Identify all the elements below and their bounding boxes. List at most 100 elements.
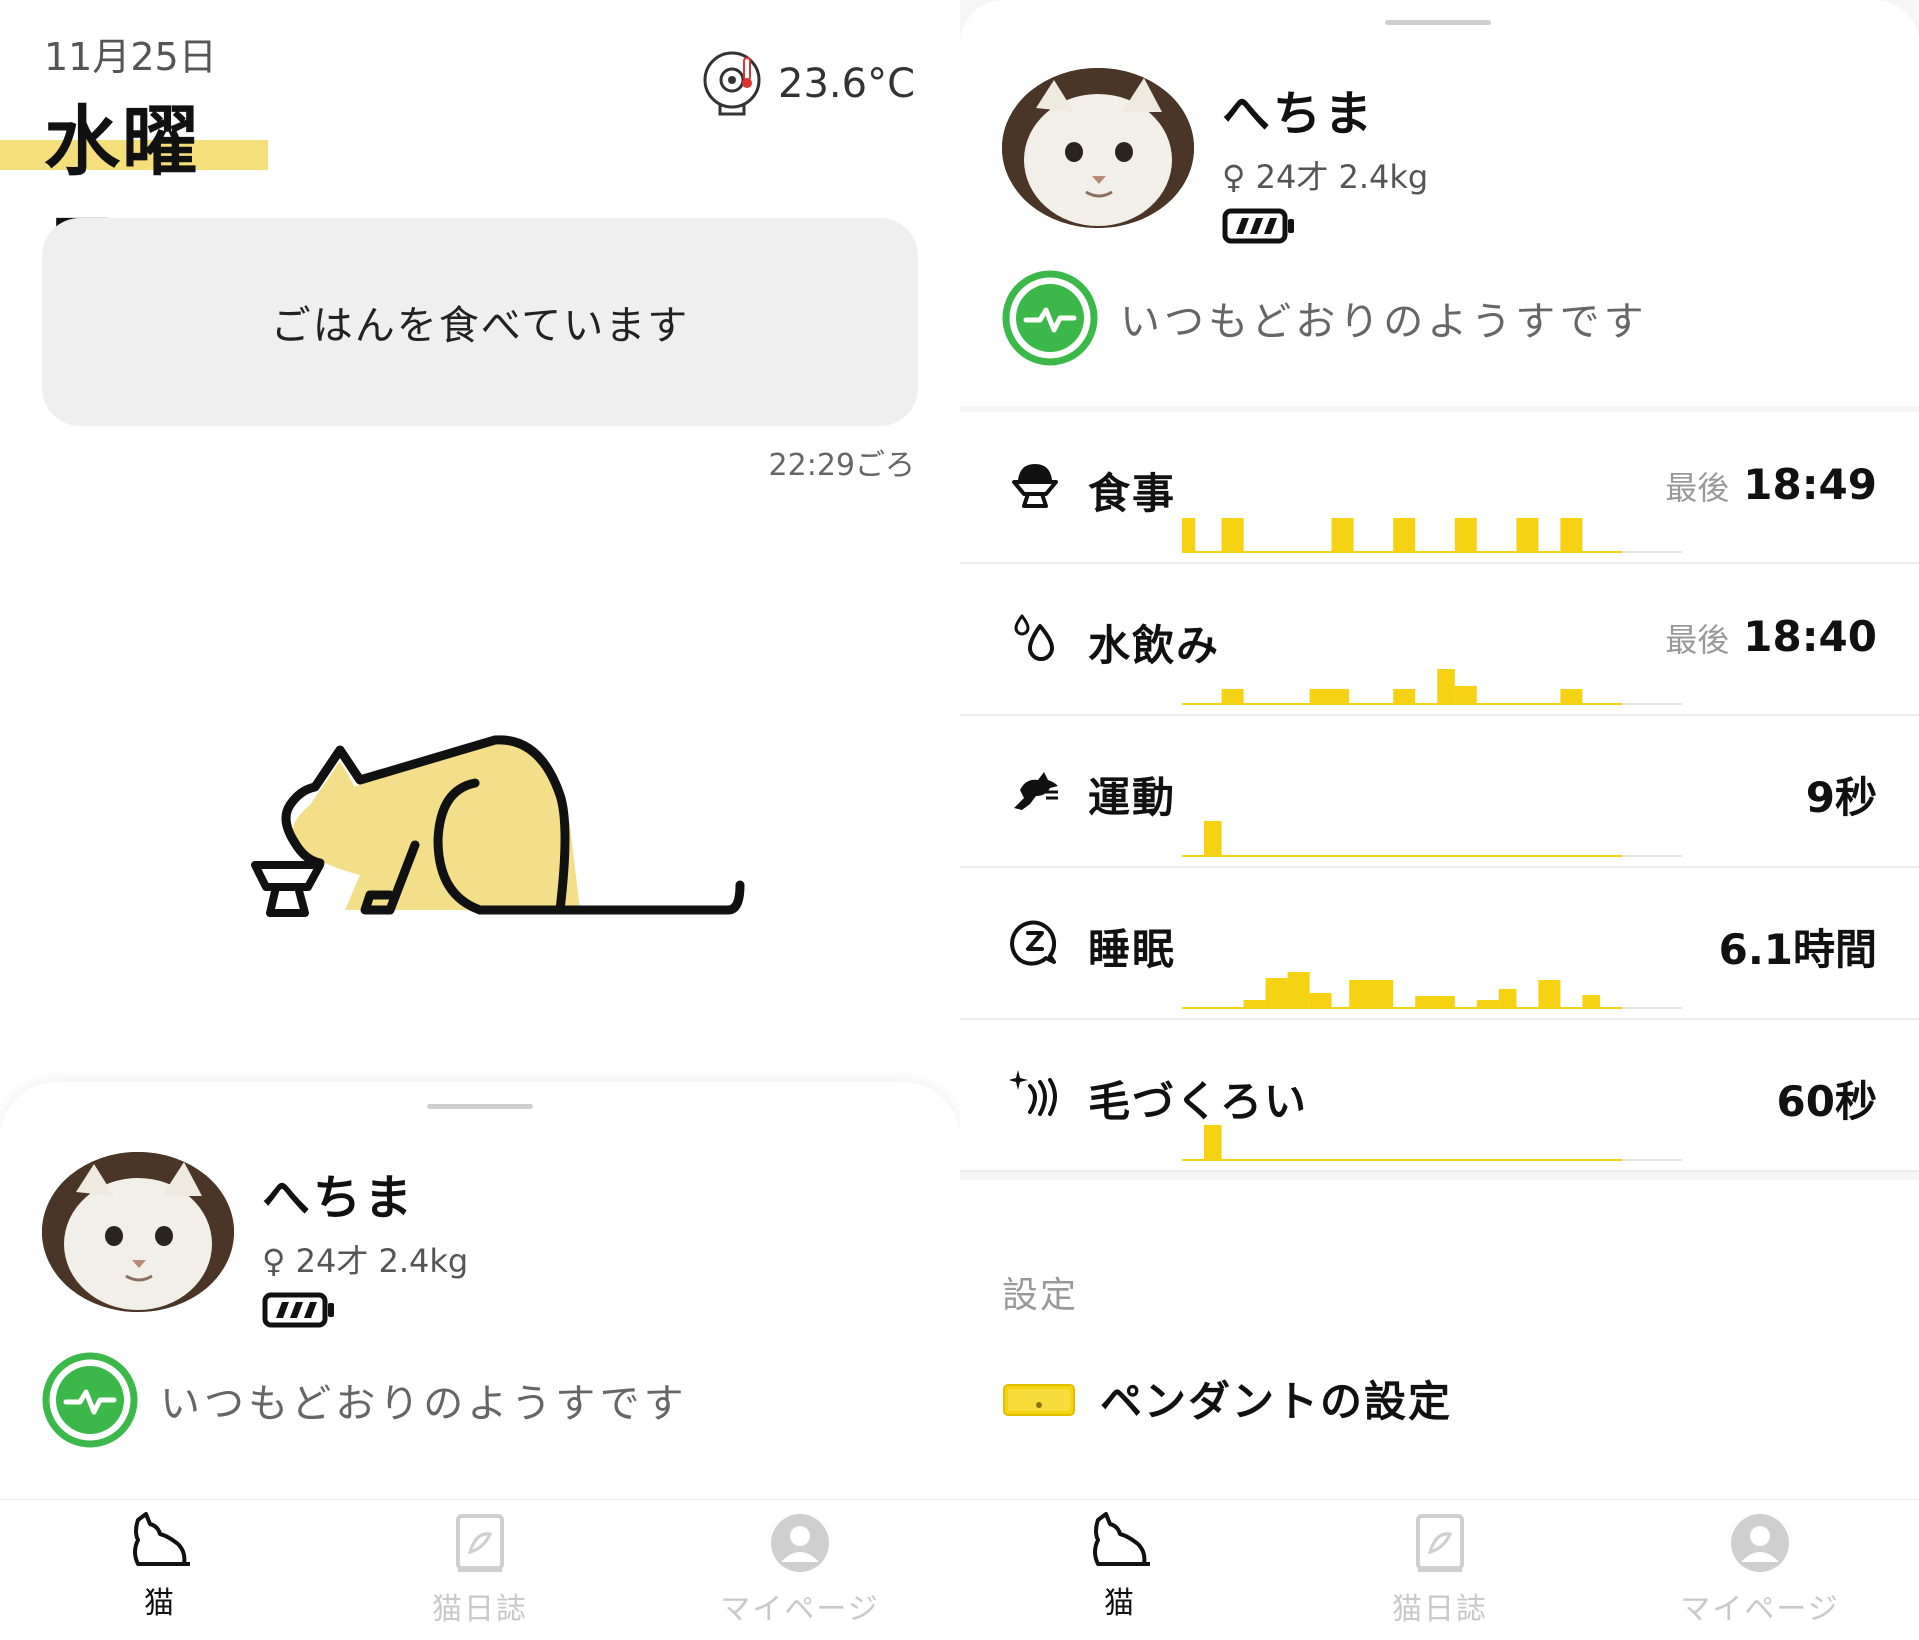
activity-status-time: 22:29ごろ (768, 448, 915, 483)
activity-bar (1309, 689, 1350, 704)
pendant-settings-label: ペンダントの設定 (1100, 1377, 1453, 1426)
eating-cat-illustration (251, 735, 745, 917)
metric-label-meal: 食事 (1088, 469, 1177, 518)
metric-time-water: 18:40 (1743, 612, 1877, 661)
activity-status-card: ごはんを食べています (42, 218, 918, 426)
activity-bar (1221, 518, 1244, 552)
activity-bar (1393, 518, 1416, 552)
activity-bar (1560, 518, 1583, 552)
temperature-display: 23.6°C (702, 50, 915, 118)
pendant-icon (1003, 1383, 1075, 1416)
diary-icon (1416, 1514, 1464, 1572)
battery-icon (262, 1292, 334, 1328)
metric-label-exercise: 運動 (1088, 773, 1177, 822)
health-status[interactable]: いつもどおりのようすです (1002, 270, 1648, 366)
metric-value-meal: 最後 18:49 (1665, 460, 1877, 509)
battery-icon (1222, 208, 1294, 244)
nav-label-cat: 猫 (144, 1586, 176, 1621)
cat-profile[interactable]: へちま ♀ 24才 2.4kg (42, 1152, 468, 1332)
user-icon (771, 1514, 829, 1572)
nav-tab-mypage[interactable]: マイページ (1660, 1512, 1860, 1628)
cat-icon (1093, 1512, 1150, 1566)
metric-chart-grooming (1182, 1125, 1682, 1161)
cat-profile-sheet[interactable]: へちま ♀ 24才 2.4kg いつもどおりのようすです (0, 1082, 960, 1502)
bottom-nav: 猫 猫日誌 マイページ (0, 1499, 960, 1640)
activity-bar (1498, 989, 1517, 1008)
cat-meta: ♀ 24才 2.4kg (1222, 158, 1429, 196)
activity-bar (1221, 689, 1244, 704)
metric-row-grooming[interactable]: 毛づくろい 60秒 (960, 1020, 1919, 1172)
sheet-drag-handle[interactable] (427, 1104, 533, 1109)
activity-bar (1204, 821, 1222, 856)
activity-bar (1437, 669, 1455, 704)
nav-tab-cat[interactable]: 猫 (60, 1512, 260, 1622)
user-icon (1731, 1514, 1789, 1572)
home-screen: 11月25日 水曜日 23.6°C ごはんを食べています 22:29ごろ (0, 0, 960, 1640)
metric-value-water: 最後 18:40 (1665, 612, 1877, 661)
metric-row-meal[interactable]: 食事 最後 18:49 (960, 412, 1919, 564)
activity-bar (1243, 1000, 1266, 1008)
nav-tab-diary[interactable]: 猫日誌 (380, 1512, 580, 1628)
metric-row-exercise[interactable]: 運動 9秒 (960, 716, 1919, 868)
date-label: 11月25日 (44, 35, 217, 79)
cat-avatar (1002, 68, 1194, 228)
activity-bar (1309, 993, 1332, 1008)
activity-bar (1538, 980, 1561, 1008)
health-status-text: いつもどおりのようすです (1120, 299, 1648, 345)
cat-icon (133, 1512, 190, 1566)
metric-row-sleep[interactable]: 睡眠 6.1時間 (960, 868, 1919, 1020)
metric-value-exercise: 9秒 (1805, 773, 1877, 822)
metric-time-meal: 18:49 (1743, 460, 1877, 509)
pendant-settings-item[interactable]: ペンダントの設定 (1002, 1368, 1452, 1429)
activity-bar (1287, 972, 1310, 1008)
cat-name: へちま (262, 1170, 416, 1226)
cat-name: へちま (1222, 86, 1376, 142)
cat-meta: ♀ 24才 2.4kg (262, 1242, 469, 1280)
heartbeat-icon (1002, 270, 1098, 366)
metric-prefix-water: 最後 (1665, 621, 1730, 659)
nav-label-diary: 猫日誌 (1392, 1592, 1488, 1627)
bottom-nav: 猫 猫日誌 マイページ (960, 1499, 1919, 1640)
metric-chart-meal (1182, 518, 1682, 553)
nav-tab-cat[interactable]: 猫 (1020, 1512, 1220, 1622)
activity-bar (1204, 1125, 1222, 1160)
nav-label-diary: 猫日誌 (432, 1592, 528, 1627)
temperature-sensor-icon (703, 51, 761, 116)
bowl-icon (1012, 464, 1058, 508)
sleep-icon (1010, 920, 1056, 966)
cat-profile[interactable]: へちま ♀ 24才 2.4kg (1002, 68, 1428, 248)
activity-bar (1182, 518, 1196, 552)
activity-bar (1265, 978, 1288, 1008)
health-status[interactable]: いつもどおりのようすです (42, 1352, 688, 1448)
cat-avatar (42, 1152, 234, 1312)
metric-row-water[interactable]: 水飲み 最後 18:40 (960, 564, 1919, 716)
settings-section: 設定 ペンダントの設定 (960, 1180, 1919, 1500)
temperature-value: 23.6°C (778, 61, 915, 107)
activity-bar (1454, 686, 1477, 704)
activity-bar (1454, 518, 1477, 552)
weekday-heading: 水曜日 (0, 80, 268, 296)
settings-header: 設定 (1002, 1275, 1079, 1316)
activity-bar (1582, 995, 1600, 1008)
cat-detail-screen: へちま ♀ 24才 2.4kg いつもどおりのようすです 食事 最後 18:49… (960, 0, 1919, 1640)
nav-tab-mypage[interactable]: マイページ (700, 1512, 900, 1628)
activity-metrics: 食事 最後 18:49 水飲み 最後 18:40 運動 9秒 睡眠 6.1時間 … (960, 412, 1919, 1172)
running-cat-icon (1014, 772, 1058, 810)
metric-chart-sleep (1182, 972, 1682, 1009)
activity-bar (1331, 518, 1354, 552)
nav-tab-diary[interactable]: 猫日誌 (1340, 1512, 1540, 1628)
nav-label-mypage: マイページ (720, 1592, 880, 1627)
heartbeat-icon (42, 1352, 138, 1448)
grooming-icon (1010, 1070, 1057, 1116)
metric-chart-water (1182, 669, 1682, 705)
health-status-text: いつもどおりのようすです (160, 1381, 688, 1427)
activity-bar (1393, 689, 1416, 704)
nav-label-mypage: マイページ (1680, 1592, 1840, 1627)
sheet-drag-handle[interactable] (1385, 20, 1491, 25)
activity-status-text: ごはんを食べています (270, 303, 690, 349)
activity-bar (1560, 689, 1583, 704)
activity-bar (1415, 996, 1455, 1008)
metric-value-grooming: 60秒 (1776, 1077, 1877, 1126)
metric-value-sleep: 6.1時間 (1718, 925, 1877, 974)
diary-icon (456, 1514, 504, 1572)
